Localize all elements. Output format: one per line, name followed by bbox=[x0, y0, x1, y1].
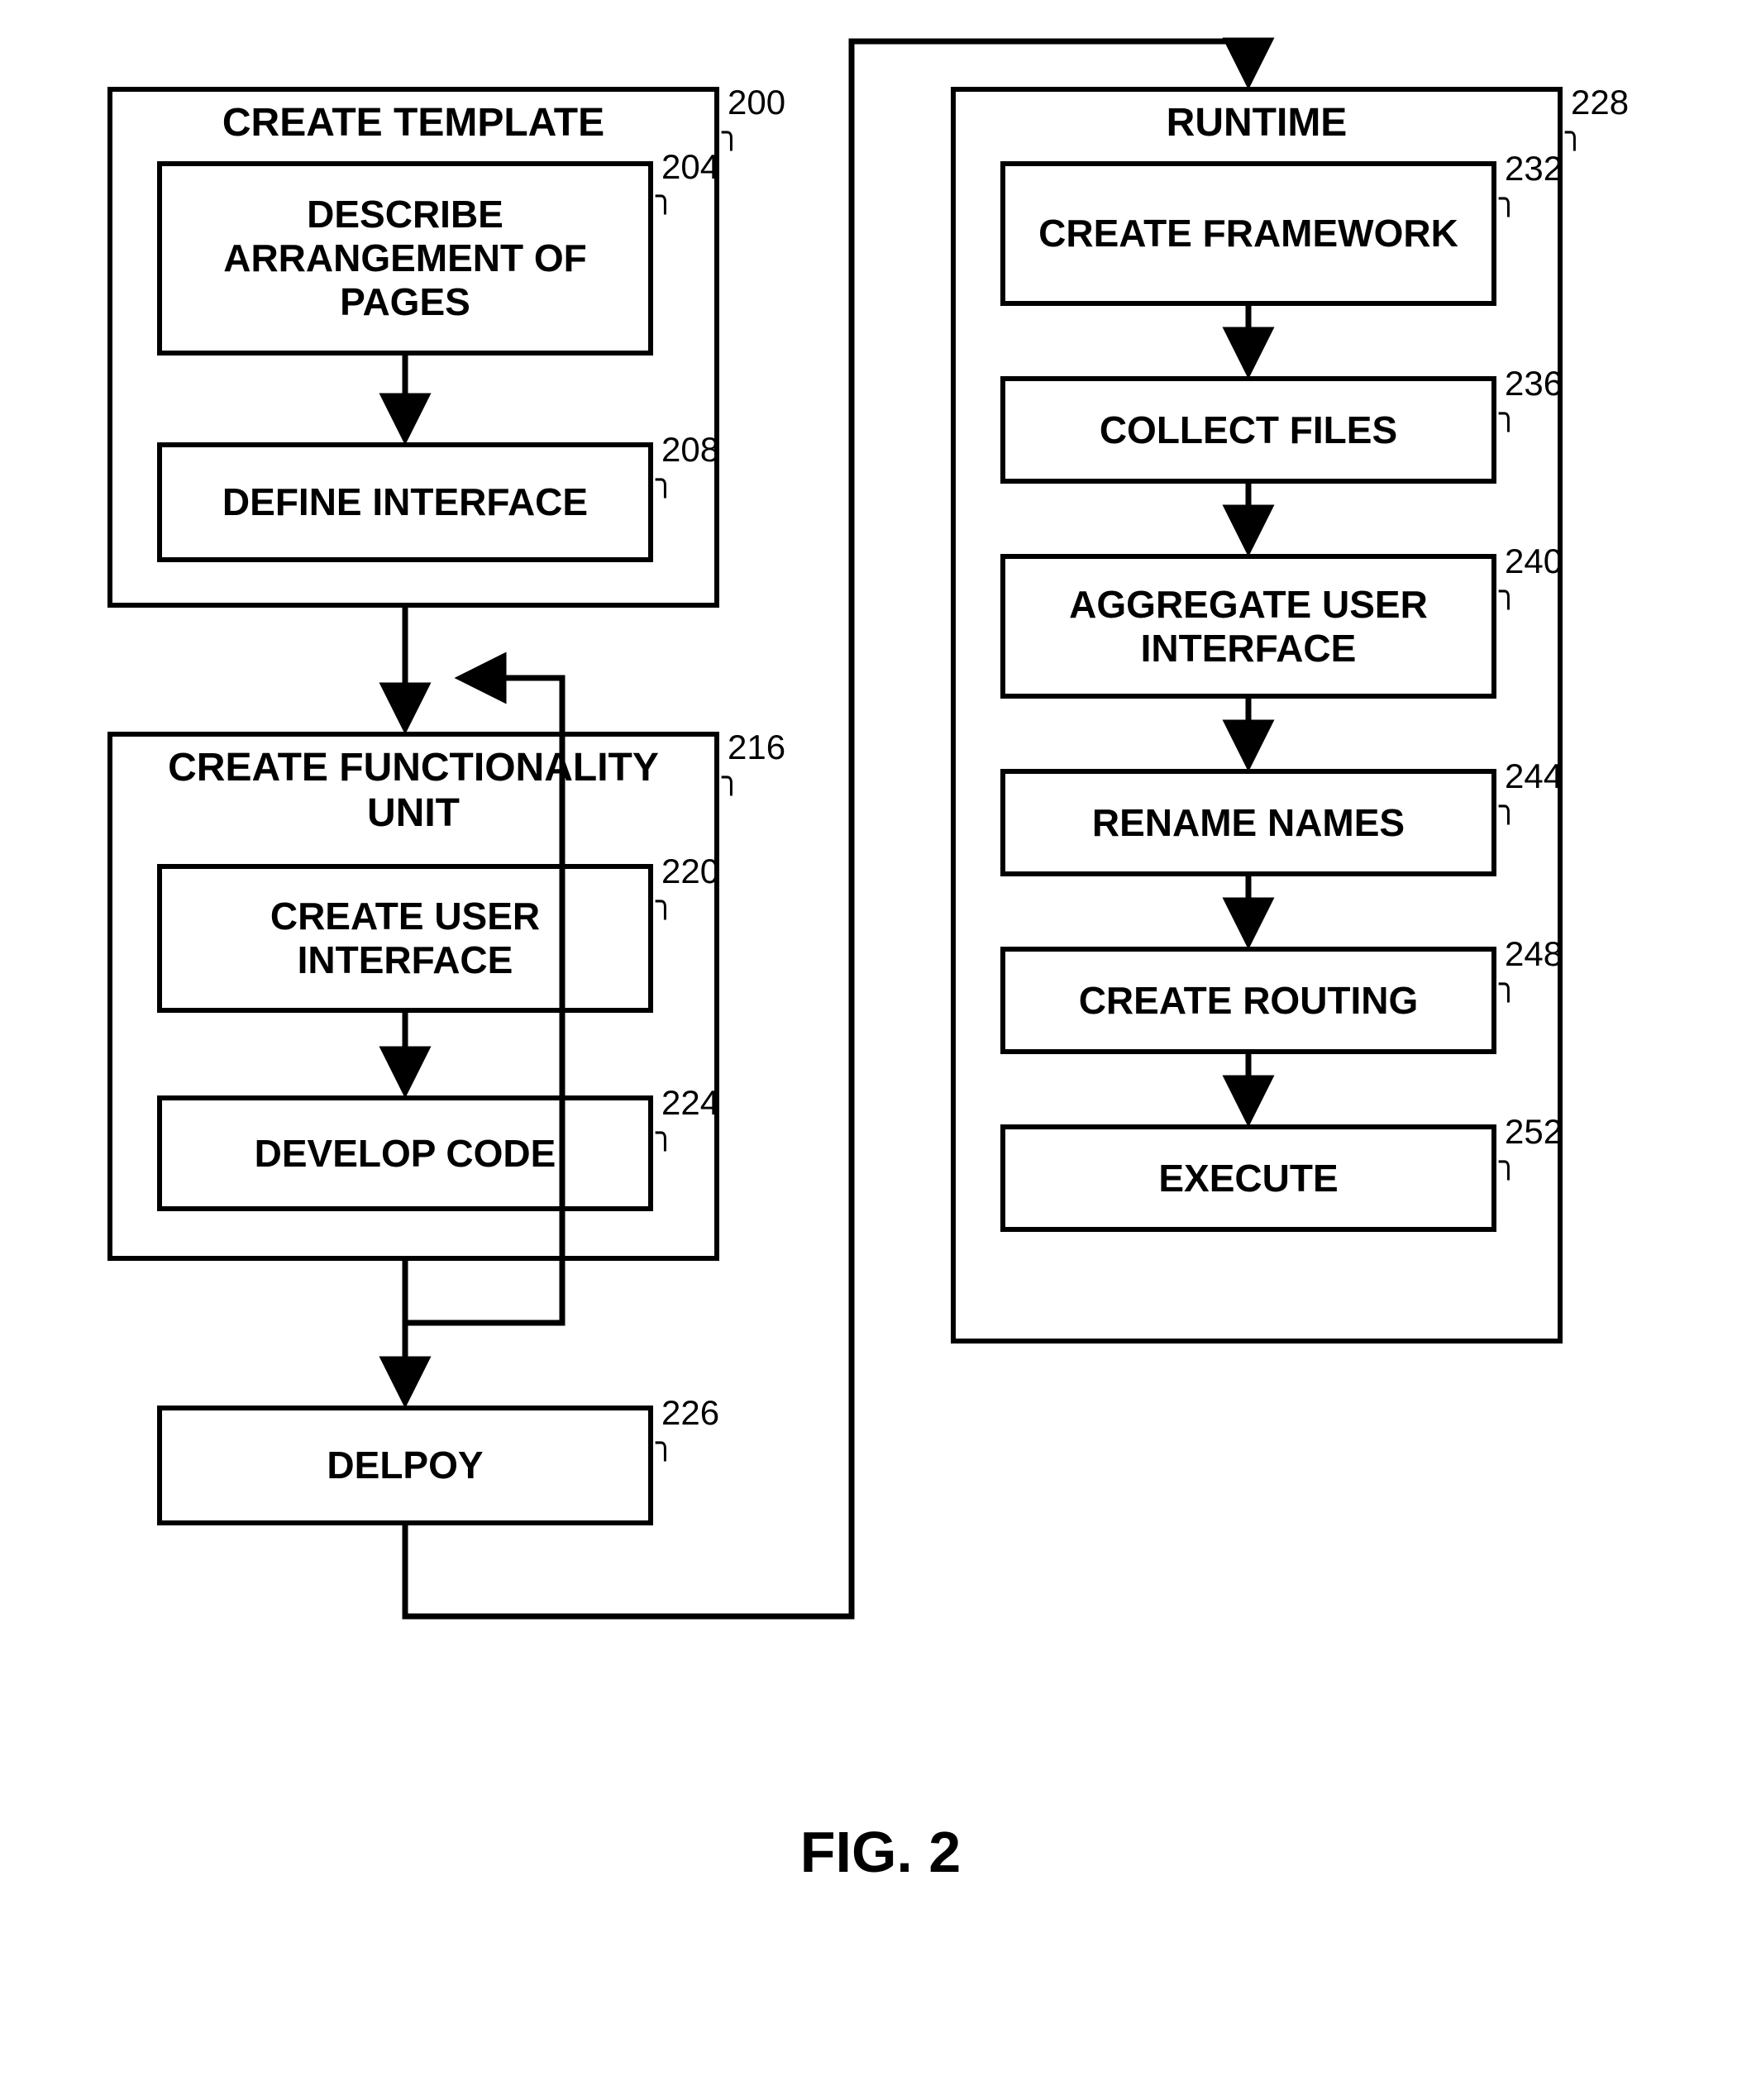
outer-runtime-title: RUNTIME bbox=[956, 100, 1558, 146]
box-create-routing: CREATE ROUTING bbox=[1000, 947, 1496, 1054]
outer-create-template-title: CREATE TEMPLATE bbox=[112, 100, 714, 146]
label-208: DEFINE INTERFACE bbox=[222, 480, 588, 524]
num-220: 220 bbox=[661, 852, 719, 891]
outer-create-functionality-title: CREATE FUNCTIONALITY UNIT bbox=[112, 745, 714, 836]
label-248: CREATE ROUTING bbox=[1079, 979, 1419, 1023]
num-226: 226 bbox=[661, 1393, 719, 1433]
label-252: EXECUTE bbox=[1158, 1157, 1338, 1200]
num-208: 208 bbox=[661, 430, 719, 470]
num-200: 200 bbox=[728, 83, 785, 122]
label-236: COLLECT FILES bbox=[1100, 408, 1397, 452]
box-create-user-interface: CREATE USER INTERFACE bbox=[157, 864, 653, 1013]
label-232: CREATE FRAMEWORK bbox=[1038, 212, 1458, 255]
num-248: 248 bbox=[1505, 934, 1563, 974]
num-252: 252 bbox=[1505, 1112, 1563, 1152]
box-describe-arrangement: DESCRIBE ARRANGEMENT OF PAGES bbox=[157, 161, 653, 356]
label-226: DELPOY bbox=[327, 1444, 483, 1487]
num-240: 240 bbox=[1505, 542, 1563, 581]
box-aggregate-ui: AGGREGATE USER INTERFACE bbox=[1000, 554, 1496, 699]
num-232: 232 bbox=[1505, 149, 1563, 189]
num-204: 204 bbox=[661, 147, 719, 187]
num-228: 228 bbox=[1571, 83, 1629, 122]
figure-caption: FIG. 2 bbox=[0, 1819, 1761, 1885]
box-create-framework: CREATE FRAMEWORK bbox=[1000, 161, 1496, 306]
num-224: 224 bbox=[661, 1083, 719, 1123]
num-216: 216 bbox=[728, 728, 785, 767]
num-236: 236 bbox=[1505, 364, 1563, 403]
box-execute: EXECUTE bbox=[1000, 1124, 1496, 1232]
label-220: CREATE USER INTERFACE bbox=[162, 895, 648, 982]
box-deploy: DELPOY bbox=[157, 1406, 653, 1525]
box-collect-files: COLLECT FILES bbox=[1000, 376, 1496, 484]
diagram-canvas: CREATE TEMPLATE ╮ 200 DESCRIBE ARRANGEME… bbox=[0, 0, 1761, 2100]
num-244: 244 bbox=[1505, 756, 1563, 796]
label-224: DEVELOP CODE bbox=[255, 1132, 556, 1176]
box-develop-code: DEVELOP CODE bbox=[157, 1095, 653, 1211]
label-244: RENAME NAMES bbox=[1092, 801, 1405, 845]
box-define-interface: DEFINE INTERFACE bbox=[157, 442, 653, 562]
box-rename-names: RENAME NAMES bbox=[1000, 769, 1496, 876]
label-240: AGGREGATE USER INTERFACE bbox=[1005, 583, 1491, 671]
label-204: DESCRIBE ARRANGEMENT OF PAGES bbox=[162, 193, 648, 324]
